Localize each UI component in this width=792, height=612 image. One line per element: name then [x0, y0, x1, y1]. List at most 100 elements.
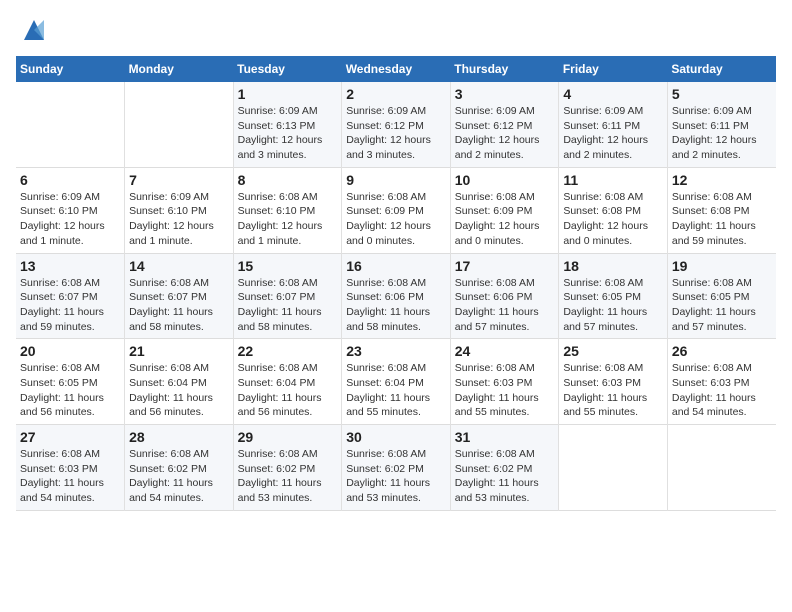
calendar-week-3: 20 Sunrise: 6:08 AM Sunset: 6:05 PM Dayli… [16, 339, 776, 425]
day-number: 31 [455, 429, 555, 445]
day-number: 28 [129, 429, 229, 445]
day-info: Sunrise: 6:08 AM Sunset: 6:03 PM Dayligh… [20, 447, 120, 506]
header-friday: Friday [559, 56, 668, 82]
day-number: 11 [563, 172, 663, 188]
calendar-cell: 13 Sunrise: 6:08 AM Sunset: 6:07 PM Dayli… [16, 253, 125, 339]
calendar-cell: 9 Sunrise: 6:08 AM Sunset: 6:09 PM Daylig… [342, 167, 451, 253]
day-number: 5 [672, 86, 772, 102]
day-number: 15 [238, 258, 338, 274]
day-number: 22 [238, 343, 338, 359]
calendar-cell: 26Sunrise: 6:08 AM Sunset: 6:03 PM Dayli… [667, 339, 776, 425]
calendar-body: 1 Sunrise: 6:09 AM Sunset: 6:13 PM Daylig… [16, 82, 776, 510]
day-info: Sunrise: 6:08 AM Sunset: 6:07 PM Dayligh… [20, 276, 120, 335]
day-info: Sunrise: 6:09 AM Sunset: 6:10 PM Dayligh… [129, 190, 229, 249]
day-number: 12 [672, 172, 772, 188]
day-info: Sunrise: 6:08 AM Sunset: 6:07 PM Dayligh… [238, 276, 338, 335]
day-info: Sunrise: 6:08 AM Sunset: 6:08 PM Dayligh… [563, 190, 663, 249]
calendar-cell: 1 Sunrise: 6:09 AM Sunset: 6:13 PM Daylig… [233, 82, 342, 167]
day-number: 27 [20, 429, 120, 445]
day-number: 13 [20, 258, 120, 274]
calendar-cell: 2 Sunrise: 6:09 AM Sunset: 6:12 PM Daylig… [342, 82, 451, 167]
day-info: Sunrise: 6:09 AM Sunset: 6:12 PM Dayligh… [455, 104, 555, 163]
day-info: Sunrise: 6:08 AM Sunset: 6:10 PM Dayligh… [238, 190, 338, 249]
calendar-cell: 20 Sunrise: 6:08 AM Sunset: 6:05 PM Dayli… [16, 339, 125, 425]
day-number: 24 [455, 343, 555, 359]
day-info: Sunrise: 6:09 AM Sunset: 6:13 PM Dayligh… [238, 104, 338, 163]
calendar-cell: 24 Sunrise: 6:08 AM Sunset: 6:03 PM Dayli… [450, 339, 559, 425]
day-info: Sunrise: 6:09 AM Sunset: 6:10 PM Dayligh… [20, 190, 120, 249]
day-number: 23 [346, 343, 446, 359]
calendar-cell: 14 Sunrise: 6:08 AM Sunset: 6:07 PM Dayli… [125, 253, 234, 339]
calendar-cell [125, 82, 234, 167]
day-number: 25 [563, 343, 663, 359]
day-number: 26 [672, 343, 772, 359]
calendar-cell: 8Sunrise: 6:08 AM Sunset: 6:10 PM Daylig… [233, 167, 342, 253]
calendar-cell: 23 Sunrise: 6:08 AM Sunset: 6:04 PM Dayli… [342, 339, 451, 425]
calendar-cell: 27 Sunrise: 6:08 AM Sunset: 6:03 PM Dayli… [16, 425, 125, 511]
day-number: 9 [346, 172, 446, 188]
calendar-cell: 25Sunrise: 6:08 AM Sunset: 6:03 PM Dayli… [559, 339, 668, 425]
calendar-cell: 10 Sunrise: 6:08 AM Sunset: 6:09 PM Dayli… [450, 167, 559, 253]
day-info: Sunrise: 6:08 AM Sunset: 6:02 PM Dayligh… [238, 447, 338, 506]
calendar-cell [559, 425, 668, 511]
day-number: 6 [20, 172, 120, 188]
calendar-week-2: 13 Sunrise: 6:08 AM Sunset: 6:07 PM Dayli… [16, 253, 776, 339]
calendar-cell: 21Sunrise: 6:08 AM Sunset: 6:04 PM Dayli… [125, 339, 234, 425]
day-info: Sunrise: 6:08 AM Sunset: 6:04 PM Dayligh… [129, 361, 229, 420]
day-number: 3 [455, 86, 555, 102]
calendar-cell: 29Sunrise: 6:08 AM Sunset: 6:02 PM Dayli… [233, 425, 342, 511]
day-info: Sunrise: 6:08 AM Sunset: 6:06 PM Dayligh… [346, 276, 446, 335]
calendar-cell: 19 Sunrise: 6:08 AM Sunset: 6:05 PM Dayli… [667, 253, 776, 339]
header-wednesday: Wednesday [342, 56, 451, 82]
day-number: 7 [129, 172, 229, 188]
calendar-cell: 22 Sunrise: 6:08 AM Sunset: 6:04 PM Dayli… [233, 339, 342, 425]
calendar-cell: 16 Sunrise: 6:08 AM Sunset: 6:06 PM Dayli… [342, 253, 451, 339]
calendar-cell: 5 Sunrise: 6:09 AM Sunset: 6:11 PM Daylig… [667, 82, 776, 167]
header-thursday: Thursday [450, 56, 559, 82]
day-number: 4 [563, 86, 663, 102]
day-info: Sunrise: 6:08 AM Sunset: 6:09 PM Dayligh… [346, 190, 446, 249]
day-info: Sunrise: 6:08 AM Sunset: 6:02 PM Dayligh… [455, 447, 555, 506]
calendar-cell: 7 Sunrise: 6:09 AM Sunset: 6:10 PM Daylig… [125, 167, 234, 253]
day-number: 19 [672, 258, 772, 274]
calendar-cell: 6 Sunrise: 6:09 AM Sunset: 6:10 PM Daylig… [16, 167, 125, 253]
day-info: Sunrise: 6:08 AM Sunset: 6:03 PM Dayligh… [455, 361, 555, 420]
day-number: 14 [129, 258, 229, 274]
calendar-week-4: 27 Sunrise: 6:08 AM Sunset: 6:03 PM Dayli… [16, 425, 776, 511]
day-info: Sunrise: 6:08 AM Sunset: 6:02 PM Dayligh… [129, 447, 229, 506]
calendar-cell [667, 425, 776, 511]
day-number: 10 [455, 172, 555, 188]
day-number: 16 [346, 258, 446, 274]
day-number: 17 [455, 258, 555, 274]
header-monday: Monday [125, 56, 234, 82]
logo-icon [20, 16, 48, 44]
calendar-cell: 17Sunrise: 6:08 AM Sunset: 6:06 PM Dayli… [450, 253, 559, 339]
day-info: Sunrise: 6:08 AM Sunset: 6:05 PM Dayligh… [672, 276, 772, 335]
calendar-cell: 18Sunrise: 6:08 AM Sunset: 6:05 PM Dayli… [559, 253, 668, 339]
day-info: Sunrise: 6:09 AM Sunset: 6:12 PM Dayligh… [346, 104, 446, 163]
calendar-table: SundayMondayTuesdayWednesdayThursdayFrid… [16, 56, 776, 511]
day-info: Sunrise: 6:08 AM Sunset: 6:09 PM Dayligh… [455, 190, 555, 249]
day-info: Sunrise: 6:08 AM Sunset: 6:07 PM Dayligh… [129, 276, 229, 335]
day-info: Sunrise: 6:08 AM Sunset: 6:04 PM Dayligh… [238, 361, 338, 420]
page-header [16, 16, 776, 44]
header-sunday: Sunday [16, 56, 125, 82]
day-info: Sunrise: 6:09 AM Sunset: 6:11 PM Dayligh… [563, 104, 663, 163]
calendar-cell: 11 Sunrise: 6:08 AM Sunset: 6:08 PM Dayli… [559, 167, 668, 253]
day-number: 20 [20, 343, 120, 359]
day-number: 2 [346, 86, 446, 102]
calendar-cell: 12Sunrise: 6:08 AM Sunset: 6:08 PM Dayli… [667, 167, 776, 253]
calendar-cell [16, 82, 125, 167]
day-info: Sunrise: 6:08 AM Sunset: 6:04 PM Dayligh… [346, 361, 446, 420]
logo [16, 16, 48, 44]
day-info: Sunrise: 6:08 AM Sunset: 6:05 PM Dayligh… [563, 276, 663, 335]
calendar-cell: 3 Sunrise: 6:09 AM Sunset: 6:12 PM Daylig… [450, 82, 559, 167]
day-number: 1 [238, 86, 338, 102]
day-info: Sunrise: 6:09 AM Sunset: 6:11 PM Dayligh… [672, 104, 772, 163]
day-info: Sunrise: 6:08 AM Sunset: 6:05 PM Dayligh… [20, 361, 120, 420]
calendar-cell: 4 Sunrise: 6:09 AM Sunset: 6:11 PM Daylig… [559, 82, 668, 167]
calendar-cell: 30Sunrise: 6:08 AM Sunset: 6:02 PM Dayli… [342, 425, 451, 511]
day-number: 30 [346, 429, 446, 445]
calendar-cell: 31 Sunrise: 6:08 AM Sunset: 6:02 PM Dayli… [450, 425, 559, 511]
header-saturday: Saturday [667, 56, 776, 82]
